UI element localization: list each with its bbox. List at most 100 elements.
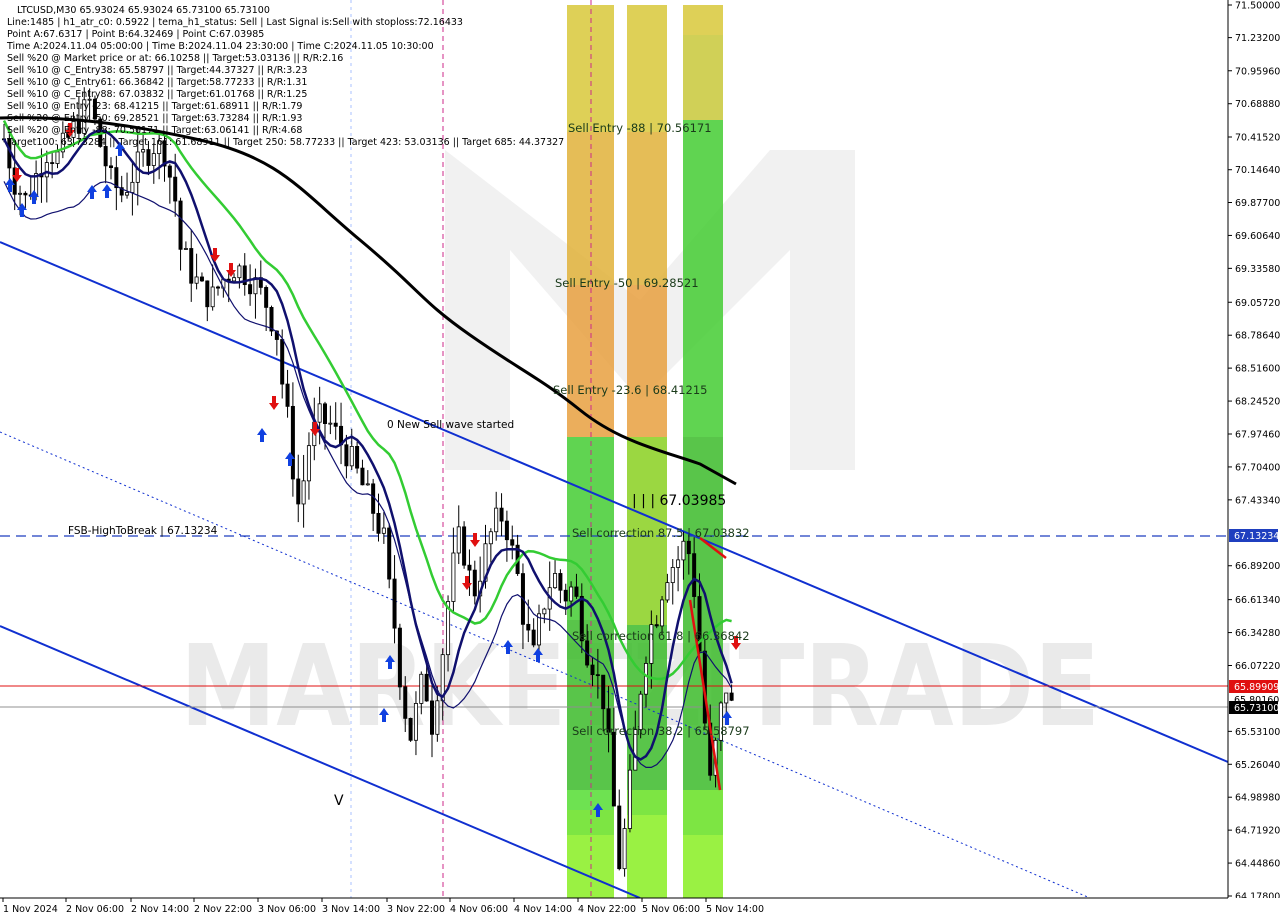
x-tick-label: 2 Nov 22:00 xyxy=(194,904,252,915)
ema-green-line xyxy=(2,120,732,681)
zone-band xyxy=(683,835,723,898)
candle-body xyxy=(355,446,360,469)
buy-arrow-icon xyxy=(87,185,97,199)
candle-body xyxy=(574,586,579,597)
info-line-6: Sell %10 @ C_Entry61: 66.36842 || Target… xyxy=(7,77,307,88)
candle-body xyxy=(344,444,349,467)
candle-body xyxy=(141,149,146,153)
signal-zones xyxy=(567,5,723,898)
candle-body xyxy=(617,805,622,870)
candle-body xyxy=(333,422,338,427)
candle-body xyxy=(322,403,327,424)
candle-body xyxy=(248,284,253,295)
candle-body xyxy=(317,403,322,423)
candle-body xyxy=(644,663,649,695)
candle-body xyxy=(676,559,681,568)
candle-body xyxy=(178,200,183,250)
candle-body xyxy=(285,383,290,407)
sell-arrow-icon xyxy=(269,396,279,410)
buy-arrow-icon xyxy=(257,428,267,442)
candle-body xyxy=(499,507,504,522)
candle-body xyxy=(686,540,691,555)
y-tick-label: 64.71920 xyxy=(1235,826,1280,837)
candle-body xyxy=(595,674,600,677)
y-tick-label: 70.14640 xyxy=(1235,165,1280,176)
price-tag-fsb: 67.13234 xyxy=(1229,529,1279,542)
candle-body xyxy=(670,567,675,584)
candle-body xyxy=(558,573,563,591)
candle-body xyxy=(264,287,269,308)
price-chart[interactable]: MARKETZITRADE FSB-HighToBreak | 67. xyxy=(0,0,1280,920)
y-tick-label: 65.26040 xyxy=(1235,760,1280,771)
candle-body xyxy=(296,478,301,505)
y-tick-label: 66.34280 xyxy=(1235,628,1280,639)
candle-body xyxy=(114,167,119,189)
sell-correction-87-label: Sell correction 87.5 | 67.03832 xyxy=(572,526,750,540)
candle-body xyxy=(510,539,515,546)
candle-body xyxy=(462,526,467,566)
sell-entry-50-label: Sell Entry -50 | 69.28521 xyxy=(555,276,699,290)
y-tick-label: 71.23200 xyxy=(1235,33,1280,44)
y-tick-label: 71.50000 xyxy=(1235,1,1280,12)
y-tick-label: 69.33580 xyxy=(1235,264,1280,275)
info-line-8: Sell %10 @ Entry -23: 68.41215 || Target… xyxy=(7,101,302,112)
candle-body xyxy=(269,307,274,332)
candle-body xyxy=(627,769,632,829)
candle-body xyxy=(130,181,135,193)
candle-body xyxy=(472,569,477,597)
wave-label: 0 New Sell wave started xyxy=(387,419,514,431)
candle-body xyxy=(435,700,440,735)
fsb-label: FSB-HighToBreak | 67.13234 xyxy=(68,525,218,537)
candle-body xyxy=(408,717,413,741)
candle-body xyxy=(280,339,285,385)
candle-body xyxy=(504,520,509,541)
time-axis: 1 Nov 2024 2 Nov 06:00 2 Nov 14:00 2 Nov 22… xyxy=(0,897,1280,920)
candle-body xyxy=(654,624,659,627)
zone-band xyxy=(627,815,667,898)
candle-body xyxy=(18,192,23,195)
candle-body xyxy=(692,553,697,597)
candle-body xyxy=(467,564,472,571)
candle-body xyxy=(381,527,386,534)
candle-body xyxy=(563,589,568,602)
info-line-7: Sell %10 @ C_Entry88: 67.03832 || Target… xyxy=(7,89,307,100)
y-tick-label: 66.07220 xyxy=(1235,661,1280,672)
candle-body xyxy=(601,674,606,710)
candle-body xyxy=(151,153,156,166)
candle-body xyxy=(237,265,242,279)
info-header: LTCUSD,M30 65.93024 65.93024 65.73100 65… xyxy=(6,5,564,148)
candle-body xyxy=(387,527,392,580)
candle-body xyxy=(424,673,429,702)
candle-body xyxy=(376,512,381,534)
sell-arrow-icon xyxy=(462,576,472,590)
sell-arrow-icon xyxy=(210,248,220,262)
candle-body xyxy=(232,277,237,282)
candles xyxy=(2,87,734,877)
candle-body xyxy=(55,151,60,164)
zone-band xyxy=(627,790,667,815)
candle-body xyxy=(365,483,370,486)
price-tag-bid: 65.73100 xyxy=(1229,701,1279,714)
sell-entry-23-label: Sell Entry -23.6 | 68.41215 xyxy=(553,383,708,397)
x-tick-label: 2 Nov 14:00 xyxy=(131,904,189,915)
zone-band xyxy=(683,35,723,120)
candle-body xyxy=(611,731,616,807)
y-tick-label: 70.68880 xyxy=(1235,99,1280,110)
svg-text:67.13234: 67.13234 xyxy=(1234,531,1279,542)
candle-body xyxy=(729,692,734,701)
sell-correction-61-label: Sell correction 61.8 | 66.36842 xyxy=(572,629,750,643)
info-line-4: Sell %20 @ Market price or at: 66.10258 … xyxy=(7,53,343,64)
candle-body xyxy=(301,480,306,505)
candle-body xyxy=(349,446,354,467)
candle-body xyxy=(199,276,204,282)
y-tick-label: 69.05720 xyxy=(1235,298,1280,309)
candle-body xyxy=(531,629,536,646)
candle-body xyxy=(360,467,365,486)
y-tick-label: 70.95960 xyxy=(1235,66,1280,77)
info-line-9: Sell %20 @ Entry -50: 69.28521 || Target… xyxy=(7,113,302,124)
candle-body xyxy=(173,176,178,202)
svg-text:65.73100: 65.73100 xyxy=(1234,703,1279,714)
info-line-10: Sell %20 @ Entry -88: 70.56171 || Target… xyxy=(7,125,302,136)
candle-body xyxy=(553,573,558,589)
info-line-2: Point A:67.6317 | Point B:64.32469 | Poi… xyxy=(7,29,264,40)
